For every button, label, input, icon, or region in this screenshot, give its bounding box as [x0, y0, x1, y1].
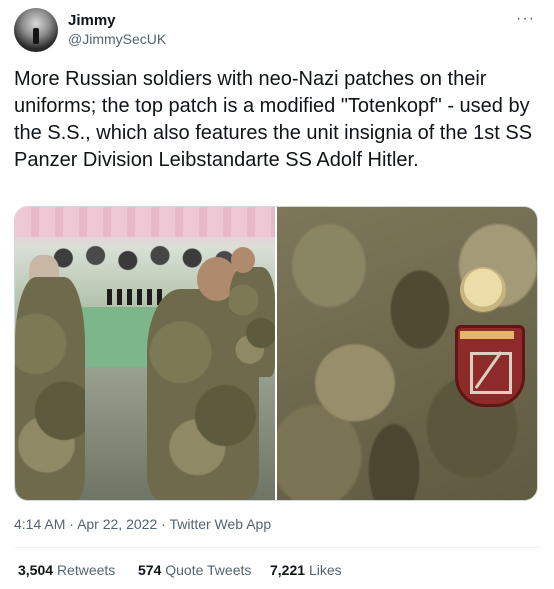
- tweet-time[interactable]: 4:14 AM: [14, 516, 65, 532]
- tweet-card: Jimmy @JimmySecUK ··· More Russian soldi…: [0, 0, 554, 589]
- meta-separator: ·: [161, 516, 166, 532]
- quotes-label: Quote Tweets: [165, 562, 252, 578]
- likes-label: Likes: [308, 562, 342, 578]
- avatar[interactable]: [14, 8, 58, 52]
- media-photo-right[interactable]: [277, 207, 537, 500]
- retweets-count: 3,504: [18, 562, 54, 578]
- media-photo-left[interactable]: [15, 207, 275, 500]
- likes-stat[interactable]: 7,221 Likes: [270, 562, 342, 578]
- retweets-label: Retweets: [56, 562, 116, 578]
- radios: [107, 289, 163, 305]
- tweet-text: More Russian soldiers with neo-Nazi patc…: [14, 68, 533, 171]
- tweet-meta: 4:14 AM · Apr 22, 2022 · Twitter Web App: [14, 516, 271, 532]
- author-display-name[interactable]: Jimmy: [68, 12, 116, 29]
- avatar-figure: [33, 28, 39, 44]
- soldier-head-right: [231, 247, 255, 273]
- unit-patch-band: [460, 331, 514, 339]
- tweet-date[interactable]: Apr 22, 2022: [77, 516, 157, 532]
- tweet-media: [14, 206, 538, 501]
- meta-separator: ·: [69, 516, 74, 532]
- soldier-right: [229, 267, 275, 377]
- author-handle[interactable]: @JimmySecUK: [68, 31, 166, 47]
- likes-count: 7,221: [270, 562, 306, 578]
- more-options-icon[interactable]: ···: [516, 10, 535, 28]
- skull-patch: [460, 267, 506, 313]
- quotes-stat[interactable]: 574 Quote Tweets: [138, 562, 251, 578]
- soldier-left: [15, 277, 85, 500]
- divider: [14, 547, 540, 548]
- retweets-stat[interactable]: 3,504 Retweets: [18, 562, 115, 578]
- tweet-source[interactable]: Twitter Web App: [169, 516, 271, 532]
- quotes-count: 574: [138, 562, 162, 578]
